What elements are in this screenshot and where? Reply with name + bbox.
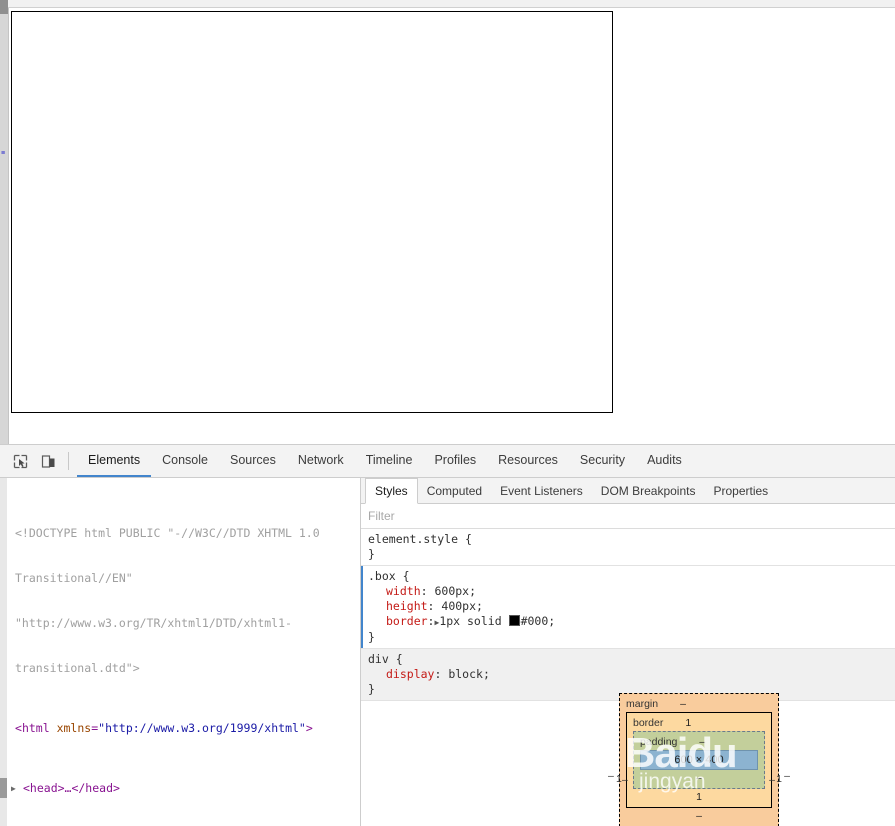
dom-doctype-line-1: <!DOCTYPE html PUBLIC "-//W3C//DTD XHTML… xyxy=(9,526,358,541)
dom-doctype-line-2: Transitional//EN" xyxy=(9,571,358,586)
rule-selector: .box xyxy=(368,569,396,583)
box-model-border-bottom[interactable]: 1 xyxy=(633,791,765,803)
tab-timeline[interactable]: Timeline xyxy=(355,445,424,477)
box-model-border-right[interactable]: 1 xyxy=(776,773,782,785)
rule-open-brace: { xyxy=(396,569,410,583)
declaration-name-width[interactable]: width xyxy=(368,584,421,598)
rule-open-brace: { xyxy=(389,652,403,666)
declaration-semicolon: ; xyxy=(483,667,490,681)
rule-close-brace: } xyxy=(368,547,375,561)
tab-security[interactable]: Security xyxy=(569,445,636,477)
box-model-border-region[interactable]: border 1 padding – 600 × 400 – – xyxy=(626,712,772,808)
box-model-padding-bottom[interactable]: – xyxy=(640,772,758,784)
devtools-body: <!DOCTYPE html PUBLIC "-//W3C//DTD XHTML… xyxy=(0,478,895,826)
box-model-content-size[interactable]: 600 × 400 xyxy=(640,750,758,770)
rule-close-brace: } xyxy=(368,630,375,644)
declaration-value-display[interactable]: block xyxy=(448,667,483,681)
tab-network[interactable]: Network xyxy=(287,445,355,477)
dom-panel-scrollbar[interactable] xyxy=(0,478,7,826)
dom-attr-value-xmlns: "http://www.w3.org/1999/xhtml" xyxy=(98,721,306,735)
box-model-margin-bottom[interactable]: – xyxy=(626,810,772,822)
box-model-border-top[interactable]: 1 xyxy=(685,717,691,729)
color-swatch-icon[interactable] xyxy=(509,615,520,626)
dom-node-html[interactable]: <html xmlns="http://www.w3.org/1999/xhtm… xyxy=(9,721,358,736)
box-model-margin-top[interactable]: – xyxy=(680,698,686,710)
scrollbar-thumb[interactable] xyxy=(0,778,7,798)
tab-event-listeners[interactable]: Event Listeners xyxy=(491,478,592,503)
rule-selector: div xyxy=(368,652,389,666)
dom-attr-name-xmlns: xmlns xyxy=(57,721,92,735)
box-model-padding-top[interactable]: – xyxy=(699,736,705,748)
declaration-value-border-color[interactable]: #000 xyxy=(521,614,549,628)
box-model-diagram[interactable]: margin – border 1 padding – xyxy=(619,693,779,826)
demo-box-element[interactable] xyxy=(11,11,613,413)
box-model-margin-left[interactable]: – xyxy=(608,770,614,782)
dom-node-head-label: <head>…</head> xyxy=(23,781,120,795)
box-model-border-left[interactable]: 1 xyxy=(616,773,622,785)
declaration-colon: : xyxy=(428,599,442,613)
declaration-semicolon: ; xyxy=(548,614,555,628)
declaration-name-display[interactable]: display xyxy=(368,667,434,681)
box-model-container: margin – border 1 padding – xyxy=(361,693,895,826)
rule-open-brace: { xyxy=(458,532,472,546)
box-model-padding-left[interactable]: – xyxy=(622,774,628,786)
dom-tree: <!DOCTYPE html PUBLIC "-//W3C//DTD XHTML… xyxy=(9,481,358,826)
inspect-element-icon[interactable] xyxy=(6,445,34,477)
tab-sources[interactable]: Sources xyxy=(219,445,287,477)
box-model-margin-region[interactable]: margin – border 1 padding – xyxy=(619,693,779,826)
declaration-colon: : xyxy=(434,667,448,681)
box-model-margin-right[interactable]: – xyxy=(784,770,790,782)
dom-doctype-line-4: transitional.dtd"> xyxy=(9,661,358,676)
tab-properties[interactable]: Properties xyxy=(704,478,777,503)
dom-tree-panel: <!DOCTYPE html PUBLIC "-//W3C//DTD XHTML… xyxy=(0,478,361,826)
toolbar-divider xyxy=(68,452,69,470)
page-viewport: ≡ xyxy=(0,0,895,444)
declaration-name-height[interactable]: height xyxy=(368,599,428,613)
declaration-semicolon: ; xyxy=(476,599,483,613)
page-left-marks: ≡ xyxy=(1,150,7,158)
declaration-semicolon: ; xyxy=(469,584,476,598)
tab-audits[interactable]: Audits xyxy=(636,445,693,477)
tab-console[interactable]: Console xyxy=(151,445,219,477)
devtools-tab-list: Elements Console Sources Network Timelin… xyxy=(77,445,693,477)
box-model-padding-label: padding xyxy=(640,736,677,748)
declaration-name-border[interactable]: border xyxy=(368,614,428,628)
rule-element-style[interactable]: element.style {} xyxy=(361,529,895,566)
tab-computed[interactable]: Computed xyxy=(418,478,491,503)
devtools-panel: Elements Console Sources Network Timelin… xyxy=(0,444,895,826)
device-toolbar-icon[interactable] xyxy=(34,445,62,477)
box-model-margin-label: margin xyxy=(626,698,658,710)
declaration-value-height[interactable]: 400px xyxy=(441,599,476,613)
tab-styles[interactable]: Styles xyxy=(365,478,418,504)
box-model-padding-region[interactable]: padding – 600 × 400 – – – xyxy=(633,731,765,789)
styles-filter-input[interactable]: Filter xyxy=(361,504,895,529)
page-vertical-scrollbar[interactable] xyxy=(0,0,9,444)
page-top-edge xyxy=(8,0,895,8)
devtools-toolbar: Elements Console Sources Network Timelin… xyxy=(0,445,895,478)
tab-resources[interactable]: Resources xyxy=(487,445,569,477)
filter-placeholder: Filter xyxy=(368,509,395,523)
scrollbar-thumb[interactable] xyxy=(0,0,8,14)
dom-node-head[interactable]: ▶ <head>…</head> xyxy=(9,781,358,796)
box-model-padding-right[interactable]: – xyxy=(769,774,775,786)
dom-tag-html: html xyxy=(22,721,50,735)
chevron-right-icon[interactable]: ▶ xyxy=(11,781,16,796)
tab-dom-breakpoints[interactable]: DOM Breakpoints xyxy=(592,478,705,503)
styles-tab-list: Styles Computed Event Listeners DOM Brea… xyxy=(361,478,895,504)
tab-elements[interactable]: Elements xyxy=(77,445,151,477)
declaration-value-width[interactable]: 600px xyxy=(434,584,469,598)
rule-box-class[interactable]: .box {width: 600px;height: 400px;border:… xyxy=(361,566,895,649)
dom-doctype-line-3: "http://www.w3.org/TR/xhtml1/DTD/xhtml1- xyxy=(9,616,358,631)
declaration-value-border-part1[interactable]: 1px solid xyxy=(439,614,508,628)
box-model-border-label: border xyxy=(633,717,663,729)
declaration-colon: : xyxy=(421,584,435,598)
styles-panel: Styles Computed Event Listeners DOM Brea… xyxy=(361,478,895,826)
rule-selector: element.style xyxy=(368,532,458,546)
tab-profiles[interactable]: Profiles xyxy=(423,445,487,477)
